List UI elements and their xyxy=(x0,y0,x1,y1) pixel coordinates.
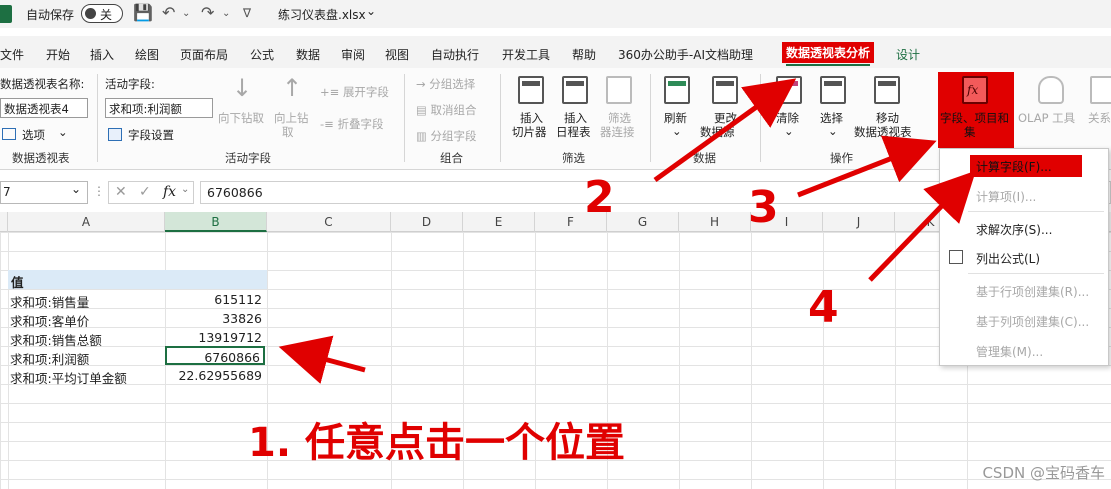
arrow-step2 xyxy=(653,78,797,183)
arrow-step3 xyxy=(797,135,937,198)
annotation-step4-number: 4 xyxy=(808,282,839,333)
watermark: CSDN @宝码香车 xyxy=(982,464,1105,482)
annotation-step3-number: 3 xyxy=(748,182,779,233)
arrow-step1 xyxy=(278,335,366,384)
annotation-step2-number: 2 xyxy=(584,172,615,223)
arrow-step4 xyxy=(868,170,976,282)
annotation-step1-text: 1. 任意点击一个位置 xyxy=(248,420,625,466)
